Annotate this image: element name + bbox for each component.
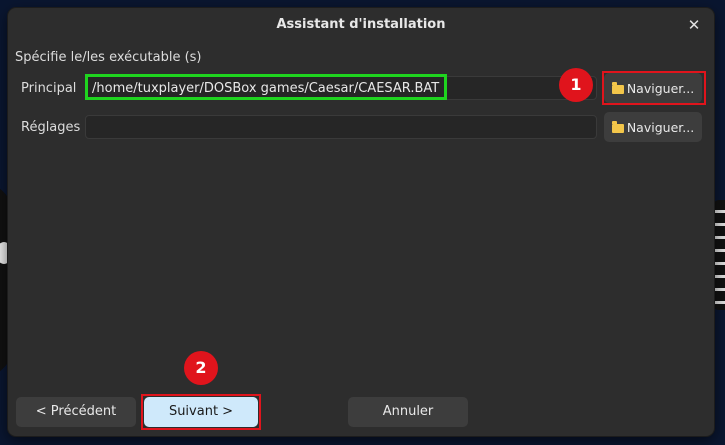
step-badge-2: 2 xyxy=(184,351,218,385)
dialog-title: Assistant d'installation xyxy=(276,17,446,32)
executables-section-label: Spécifie le/les exécutable (s) xyxy=(15,50,202,65)
install-assistant-dialog: Assistant d'installation ✕ Spécifie le/l… xyxy=(8,8,714,436)
red-highlight-browse xyxy=(602,71,706,105)
folder-icon xyxy=(611,120,624,133)
red-highlight-next xyxy=(141,394,261,430)
cancel-button[interactable]: Annuler xyxy=(348,397,468,427)
settings-path-input[interactable] xyxy=(85,115,597,139)
background-character-right xyxy=(713,200,725,310)
settings-label: Réglages xyxy=(21,120,81,135)
principal-label: Principal xyxy=(21,81,77,96)
settings-browse-button[interactable]: Naviguer... xyxy=(604,112,702,142)
settings-browse-label: Naviguer... xyxy=(626,119,695,135)
previous-button[interactable]: < Précédent xyxy=(16,397,136,427)
step-badge-1: 1 xyxy=(559,68,593,102)
green-highlight-box xyxy=(85,74,447,100)
close-icon[interactable]: ✕ xyxy=(684,15,704,35)
